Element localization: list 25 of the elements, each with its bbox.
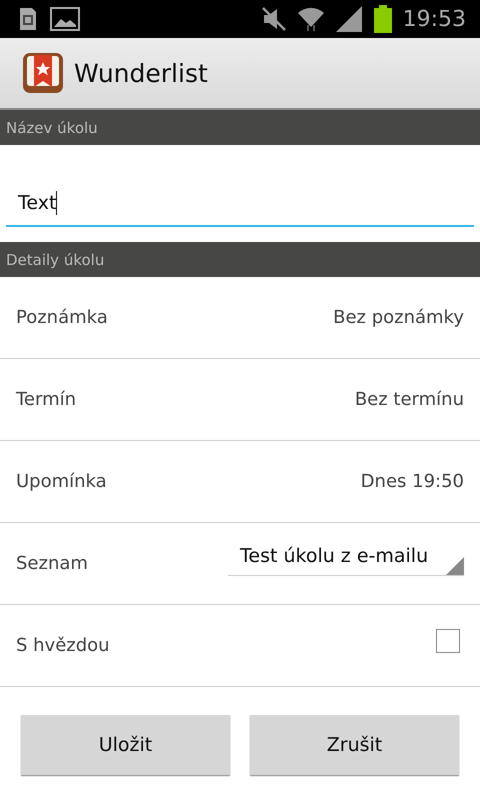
sd-card-icon [18,7,38,31]
row-value[interactable]: Bez poznámky [333,307,464,328]
row-value[interactable]: Bez termínu [354,389,464,410]
app-logo-icon [22,52,64,94]
row-value[interactable]: Dnes 19:50 [360,471,464,492]
signal-icon [334,5,363,33]
battery-icon [372,5,393,33]
row-label: Termín [16,389,76,410]
section-header: Název úkolu [0,110,480,145]
row-label: Poznámka [16,307,108,328]
field-value: Text [18,192,56,214]
list-dropdown[interactable]: Test úkolu z e-mailu [228,541,464,576]
section-header: Detaily úkolu [0,242,480,277]
mute-icon [260,6,287,32]
row-label: Seznam [16,553,88,574]
wifi-icon [296,5,325,33]
image-icon [50,7,80,31]
row-label: Upomínka [16,471,107,492]
row-label: S hvězdou [16,635,110,656]
clock-time: 19:53 [402,6,466,32]
task-name-field[interactable]: Text [6,180,474,226]
save-button[interactable]: Uložit [21,715,230,775]
star-checkbox[interactable] [436,628,460,652]
cancel-button[interactable]: Zrušit [250,715,459,775]
app-title: Wunderlist [74,58,208,88]
